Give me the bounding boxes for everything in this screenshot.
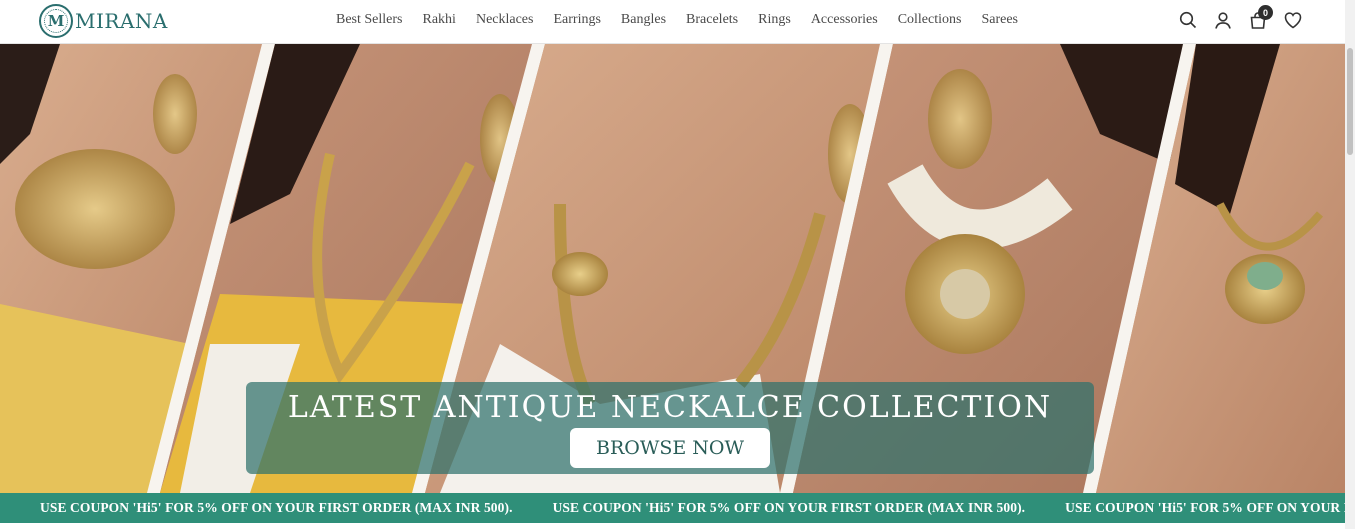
announcement-text: USE COUPON 'Hi5' FOR 5% OFF ON YOUR FIRS… xyxy=(40,500,513,515)
nav-item-earrings[interactable]: Earrings xyxy=(553,12,600,28)
logo-letter: M xyxy=(47,12,65,30)
search-icon[interactable] xyxy=(1178,10,1198,30)
nav-item-sarees[interactable]: Sarees xyxy=(981,12,1018,28)
page-bottom-edge xyxy=(0,523,1345,529)
heart-icon[interactable] xyxy=(1283,10,1303,30)
nav-item-best-sellers[interactable]: Best Sellers xyxy=(336,12,403,28)
announcement-track: USE COUPON 'Hi5' FOR 5% OFF ON YOUR FIRS… xyxy=(40,500,1345,516)
shopping-bag-icon[interactable]: 0 xyxy=(1248,5,1273,30)
nav-item-collections[interactable]: Collections xyxy=(898,12,962,28)
scrollbar-thumb[interactable] xyxy=(1347,48,1353,155)
announcement-bar: USE COUPON 'Hi5' FOR 5% OFF ON YOUR FIRS… xyxy=(0,493,1345,523)
browse-now-button[interactable]: BROWSE NOW xyxy=(570,428,770,468)
user-icon[interactable] xyxy=(1213,10,1233,30)
nav-item-bracelets[interactable]: Bracelets xyxy=(686,12,738,28)
cart-count-badge: 0 xyxy=(1258,5,1273,20)
announcement-text: USE COUPON 'Hi5' FOR 5% OFF ON YOUR FIRS… xyxy=(552,500,1026,515)
nav-item-rakhi[interactable]: Rakhi xyxy=(423,12,456,28)
nav-item-necklaces[interactable]: Necklaces xyxy=(476,12,534,28)
hero-banner[interactable]: LATEST ANTIQUE NECKALCE COLLECTION BROWS… xyxy=(0,44,1345,493)
logo-emblem: M xyxy=(39,4,73,38)
nav-item-bangles[interactable]: Bangles xyxy=(621,12,666,28)
page-scrollbar[interactable] xyxy=(1345,0,1355,529)
site-header: M MIRANA Best Sellers Rakhi Necklaces Ea… xyxy=(0,0,1345,44)
hero-overlay-panel: LATEST ANTIQUE NECKALCE COLLECTION BROWS… xyxy=(246,382,1094,474)
main-nav: Best Sellers Rakhi Necklaces Earrings Ba… xyxy=(336,12,1038,28)
announcement-text: USE COUPON 'Hi5' FOR 5% OFF ON YOUR FIRS… xyxy=(1065,500,1345,515)
nav-item-accessories[interactable]: Accessories xyxy=(811,12,878,28)
header-actions: 0 xyxy=(1178,5,1318,30)
logo-wordmark: MIRANA xyxy=(75,9,168,33)
brand-logo[interactable]: M MIRANA xyxy=(39,4,168,38)
nav-item-rings[interactable]: Rings xyxy=(758,12,791,28)
hero-title: LATEST ANTIQUE NECKALCE COLLECTION xyxy=(287,390,1053,425)
